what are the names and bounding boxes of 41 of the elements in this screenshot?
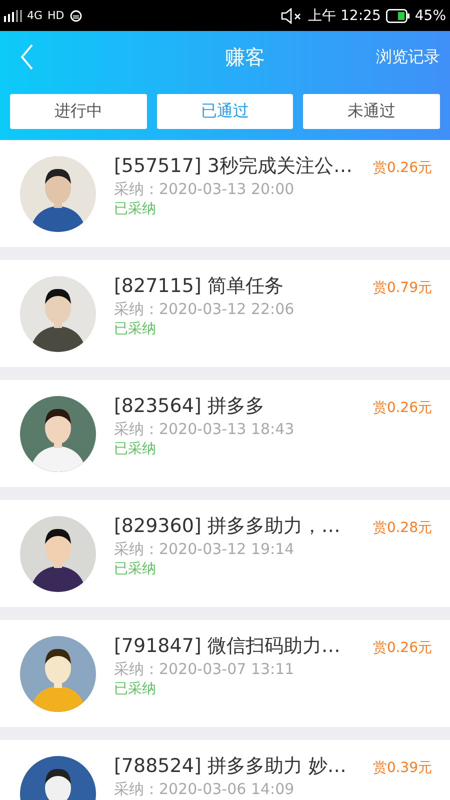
- status-label: 已采纳: [114, 680, 156, 698]
- reward-amount: 赏0.39元: [372, 759, 432, 777]
- reward-amount: 赏0.79元: [372, 279, 432, 297]
- task-title: [791847] 微信扫码助力…: [114, 635, 340, 658]
- task-card[interactable]: [823564] 拼多多 赏0.26元 采纳：2020-03-13 18:43 已采纳: [0, 380, 450, 487]
- back-icon[interactable]: [20, 43, 34, 71]
- status-label: 已采纳: [114, 320, 156, 338]
- status-label: 已采纳: [114, 440, 156, 458]
- battery-icon: [386, 8, 410, 22]
- reward-amount: 赏0.26元: [372, 639, 432, 657]
- task-title: [557517] 3秒完成关注公…: [114, 155, 352, 178]
- reward-amount: 赏0.26元: [372, 399, 432, 417]
- signal-icon: [4, 10, 22, 22]
- sync-icon: [69, 8, 84, 22]
- status-label: 已采纳: [114, 200, 156, 218]
- network-label: 4G: [27, 9, 43, 22]
- adopted-time: 采纳：2020-03-13 20:00: [114, 180, 294, 198]
- reward-amount: 赏0.28元: [372, 519, 432, 537]
- adopted-time: 采纳：2020-03-12 19:14: [114, 540, 294, 558]
- hd-label: HD: [48, 9, 64, 22]
- task-card[interactable]: [829360] 拼多多助力，… 赏0.28元 采纳：2020-03-12 19:14 已采纳: [0, 500, 450, 607]
- adopted-time: 采纳：2020-03-07 13:11: [114, 660, 294, 678]
- task-title: [823564] 拼多多: [114, 395, 264, 418]
- adopted-time: 采纳：2020-03-12 22:06: [114, 300, 294, 318]
- task-card[interactable]: [557517] 3秒完成关注公… 赏0.26元 采纳：2020-03-13 20:00 已采纳: [0, 140, 450, 247]
- task-title: [829360] 拼多多助力，…: [114, 515, 340, 538]
- mute-icon: [281, 8, 304, 24]
- filter-tab[interactable]: 未通过: [303, 94, 440, 129]
- clock: 上午 12:25: [308, 6, 381, 24]
- task-card[interactable]: [788524] 拼多多助力 妙… 赏0.39元 采纳：2020-03-06 14:09: [0, 740, 450, 800]
- task-card[interactable]: [791847] 微信扫码助力… 赏0.26元 采纳：2020-03-07 13:11 已采纳: [0, 620, 450, 727]
- adopted-time: 采纳：2020-03-13 18:43: [114, 420, 294, 438]
- adopted-time: 采纳：2020-03-06 14:09: [114, 780, 294, 798]
- task-title: [788524] 拼多多助力 妙…: [114, 755, 346, 778]
- task-title: [827115] 简单任务: [114, 275, 284, 298]
- filter-tab[interactable]: 进行中: [10, 94, 147, 129]
- reward-amount: 赏0.26元: [372, 159, 432, 177]
- page-title: 赚客: [225, 44, 265, 70]
- battery-percent: 45%: [414, 8, 446, 24]
- status-label: 已采纳: [114, 560, 156, 578]
- task-card[interactable]: [827115] 简单任务 赏0.79元 采纳：2020-03-12 22:06 已采纳: [0, 260, 450, 367]
